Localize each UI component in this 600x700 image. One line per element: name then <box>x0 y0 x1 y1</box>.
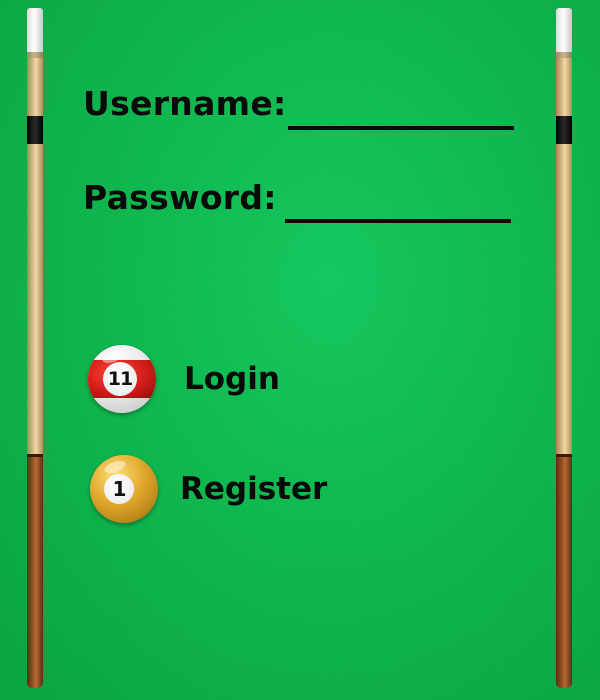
billiard-ball-1-icon[interactable]: 1 <box>90 455 158 523</box>
cue-tip <box>27 8 43 52</box>
cue-butt <box>556 454 572 688</box>
password-label: Password: <box>83 178 277 217</box>
cue-ring <box>556 116 572 144</box>
username-label: Username: <box>83 84 287 123</box>
cue-joint <box>556 454 572 457</box>
cue-joint <box>27 454 43 457</box>
billiard-ball-11-icon[interactable]: 11 <box>88 345 156 413</box>
register-button[interactable]: 1 Register <box>90 455 327 523</box>
ball-number: 11 <box>103 362 137 396</box>
ball-shine <box>102 458 128 476</box>
cue-tip <box>556 8 572 52</box>
left-cue-stick-icon <box>27 8 43 688</box>
right-cue-stick-icon <box>556 8 572 688</box>
cue-ring <box>27 116 43 144</box>
login-button-label[interactable]: Login <box>184 361 280 397</box>
register-button-label[interactable]: Register <box>180 471 327 507</box>
username-field[interactable] <box>288 94 514 130</box>
cue-butt <box>27 454 43 688</box>
ball-number: 1 <box>104 474 134 504</box>
password-field[interactable] <box>285 187 511 223</box>
login-button[interactable]: 11 Login <box>88 345 280 413</box>
